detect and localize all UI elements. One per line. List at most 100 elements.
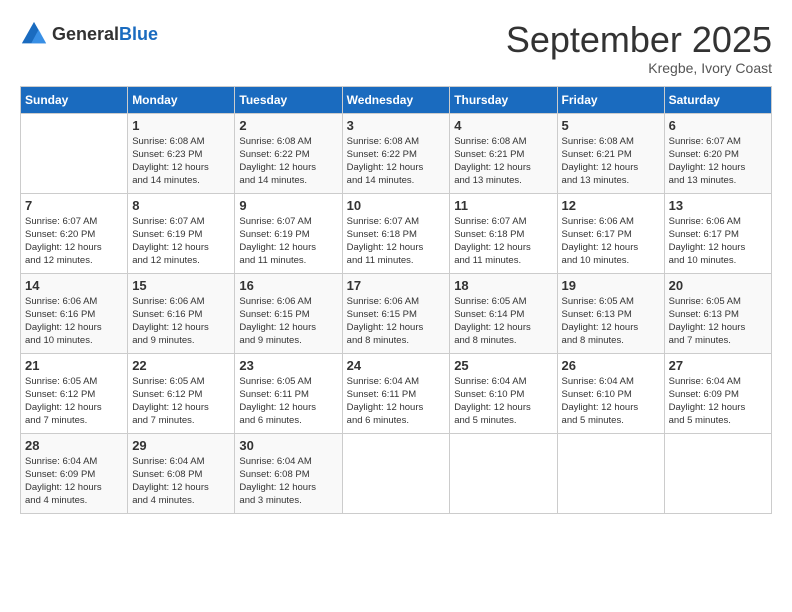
day-number: 26 <box>562 358 660 373</box>
day-info: Sunrise: 6:08 AM Sunset: 6:22 PM Dayligh… <box>239 135 337 188</box>
calendar-cell: 7 Sunrise: 6:07 AM Sunset: 6:20 PM Daylig… <box>21 193 128 273</box>
day-number: 1 <box>132 118 230 133</box>
location-subtitle: Kregbe, Ivory Coast <box>506 60 772 76</box>
day-info: Sunrise: 6:05 AM Sunset: 6:11 PM Dayligh… <box>239 375 337 428</box>
day-info: Sunrise: 6:04 AM Sunset: 6:09 PM Dayligh… <box>25 455 123 508</box>
day-number: 2 <box>239 118 337 133</box>
day-number: 12 <box>562 198 660 213</box>
calendar-cell <box>450 433 557 513</box>
calendar-table: SundayMondayTuesdayWednesdayThursdayFrid… <box>20 86 772 514</box>
calendar-week: 28 Sunrise: 6:04 AM Sunset: 6:09 PM Dayli… <box>21 433 772 513</box>
day-number: 11 <box>454 198 552 213</box>
day-info: Sunrise: 6:04 AM Sunset: 6:11 PM Dayligh… <box>347 375 446 428</box>
day-number: 24 <box>347 358 446 373</box>
logo-general: GeneralBlue <box>52 24 158 45</box>
calendar-week: 21 Sunrise: 6:05 AM Sunset: 6:12 PM Dayli… <box>21 353 772 433</box>
calendar-cell: 11 Sunrise: 6:07 AM Sunset: 6:18 PM Dayli… <box>450 193 557 273</box>
logo-icon <box>20 20 48 48</box>
logo: GeneralBlue <box>20 20 158 48</box>
day-number: 22 <box>132 358 230 373</box>
day-number: 19 <box>562 278 660 293</box>
day-info: Sunrise: 6:04 AM Sunset: 6:09 PM Dayligh… <box>669 375 767 428</box>
calendar-cell: 20 Sunrise: 6:05 AM Sunset: 6:13 PM Dayli… <box>664 273 771 353</box>
calendar-cell: 23 Sunrise: 6:05 AM Sunset: 6:11 PM Dayli… <box>235 353 342 433</box>
day-info: Sunrise: 6:07 AM Sunset: 6:20 PM Dayligh… <box>25 215 123 268</box>
calendar-cell: 3Sunrise: 6:08 AM Sunset: 6:22 PM Daylig… <box>342 113 450 193</box>
header-day: Saturday <box>664 86 771 113</box>
calendar-week: 1 Sunrise: 6:08 AM Sunset: 6:23 PM Daylig… <box>21 113 772 193</box>
day-info: Sunrise: 6:04 AM Sunset: 6:08 PM Dayligh… <box>132 455 230 508</box>
calendar-cell: 9 Sunrise: 6:07 AM Sunset: 6:19 PM Daylig… <box>235 193 342 273</box>
day-number: 25 <box>454 358 552 373</box>
day-number: 30 <box>239 438 337 453</box>
day-number: 6 <box>669 118 767 133</box>
calendar-cell: 16 Sunrise: 6:06 AM Sunset: 6:15 PM Dayli… <box>235 273 342 353</box>
day-number: 14 <box>25 278 123 293</box>
header-day: Monday <box>128 86 235 113</box>
day-info: Sunrise: 6:07 AM Sunset: 6:19 PM Dayligh… <box>239 215 337 268</box>
day-number: 29 <box>132 438 230 453</box>
day-info: Sunrise: 6:08 AM Sunset: 6:23 PM Dayligh… <box>132 135 230 188</box>
day-number: 7 <box>25 198 123 213</box>
day-number: 17 <box>347 278 446 293</box>
day-info: Sunrise: 6:07 AM Sunset: 6:18 PM Dayligh… <box>347 215 446 268</box>
header-day: Wednesday <box>342 86 450 113</box>
header-day: Friday <box>557 86 664 113</box>
day-info: Sunrise: 6:07 AM Sunset: 6:19 PM Dayligh… <box>132 215 230 268</box>
day-number: 18 <box>454 278 552 293</box>
calendar-cell: 29 Sunrise: 6:04 AM Sunset: 6:08 PM Dayli… <box>128 433 235 513</box>
calendar-cell: 19 Sunrise: 6:05 AM Sunset: 6:13 PM Dayli… <box>557 273 664 353</box>
calendar-week: 14 Sunrise: 6:06 AM Sunset: 6:16 PM Dayli… <box>21 273 772 353</box>
day-info: Sunrise: 6:04 AM Sunset: 6:10 PM Dayligh… <box>454 375 552 428</box>
day-number: 28 <box>25 438 123 453</box>
calendar-cell: 28 Sunrise: 6:04 AM Sunset: 6:09 PM Dayli… <box>21 433 128 513</box>
calendar-cell: 8Sunrise: 6:07 AM Sunset: 6:19 PM Daylig… <box>128 193 235 273</box>
calendar-header: SundayMondayTuesdayWednesdayThursdayFrid… <box>21 86 772 113</box>
day-number: 20 <box>669 278 767 293</box>
title-section: September 2025 Kregbe, Ivory Coast <box>506 20 772 76</box>
calendar-cell <box>664 433 771 513</box>
day-number: 3 <box>347 118 446 133</box>
day-info: Sunrise: 6:06 AM Sunset: 6:15 PM Dayligh… <box>239 295 337 348</box>
day-number: 10 <box>347 198 446 213</box>
calendar-cell: 18 Sunrise: 6:05 AM Sunset: 6:14 PM Dayli… <box>450 273 557 353</box>
calendar-cell: 5 Sunrise: 6:08 AM Sunset: 6:21 PM Daylig… <box>557 113 664 193</box>
day-info: Sunrise: 6:05 AM Sunset: 6:14 PM Dayligh… <box>454 295 552 348</box>
calendar-cell: 10 Sunrise: 6:07 AM Sunset: 6:18 PM Dayli… <box>342 193 450 273</box>
calendar-cell: 21Sunrise: 6:05 AM Sunset: 6:12 PM Dayli… <box>21 353 128 433</box>
day-number: 4 <box>454 118 552 133</box>
day-number: 23 <box>239 358 337 373</box>
header-day: Tuesday <box>235 86 342 113</box>
day-info: Sunrise: 6:05 AM Sunset: 6:13 PM Dayligh… <box>562 295 660 348</box>
calendar-cell: 6 Sunrise: 6:07 AM Sunset: 6:20 PM Daylig… <box>664 113 771 193</box>
day-info: Sunrise: 6:07 AM Sunset: 6:18 PM Dayligh… <box>454 215 552 268</box>
calendar-cell: 13Sunrise: 6:06 AM Sunset: 6:17 PM Dayli… <box>664 193 771 273</box>
day-info: Sunrise: 6:05 AM Sunset: 6:13 PM Dayligh… <box>669 295 767 348</box>
day-number: 9 <box>239 198 337 213</box>
calendar-cell: 25 Sunrise: 6:04 AM Sunset: 6:10 PM Dayli… <box>450 353 557 433</box>
header-day: Sunday <box>21 86 128 113</box>
calendar-cell: 26Sunrise: 6:04 AM Sunset: 6:10 PM Dayli… <box>557 353 664 433</box>
day-number: 21 <box>25 358 123 373</box>
calendar-cell: 27 Sunrise: 6:04 AM Sunset: 6:09 PM Dayli… <box>664 353 771 433</box>
day-info: Sunrise: 6:06 AM Sunset: 6:16 PM Dayligh… <box>132 295 230 348</box>
calendar-cell <box>342 433 450 513</box>
header-row: SundayMondayTuesdayWednesdayThursdayFrid… <box>21 86 772 113</box>
day-number: 27 <box>669 358 767 373</box>
calendar-cell: 15Sunrise: 6:06 AM Sunset: 6:16 PM Dayli… <box>128 273 235 353</box>
calendar-cell <box>21 113 128 193</box>
day-info: Sunrise: 6:08 AM Sunset: 6:21 PM Dayligh… <box>562 135 660 188</box>
calendar-cell: 30Sunrise: 6:04 AM Sunset: 6:08 PM Dayli… <box>235 433 342 513</box>
calendar-cell: 12Sunrise: 6:06 AM Sunset: 6:17 PM Dayli… <box>557 193 664 273</box>
day-info: Sunrise: 6:07 AM Sunset: 6:20 PM Dayligh… <box>669 135 767 188</box>
day-info: Sunrise: 6:06 AM Sunset: 6:17 PM Dayligh… <box>669 215 767 268</box>
day-number: 16 <box>239 278 337 293</box>
month-title: September 2025 <box>506 20 772 60</box>
day-number: 5 <box>562 118 660 133</box>
calendar-cell: 2 Sunrise: 6:08 AM Sunset: 6:22 PM Daylig… <box>235 113 342 193</box>
page-header: GeneralBlue September 2025 Kregbe, Ivory… <box>20 20 772 76</box>
day-info: Sunrise: 6:06 AM Sunset: 6:15 PM Dayligh… <box>347 295 446 348</box>
calendar-body: 1 Sunrise: 6:08 AM Sunset: 6:23 PM Daylig… <box>21 113 772 513</box>
day-info: Sunrise: 6:05 AM Sunset: 6:12 PM Dayligh… <box>132 375 230 428</box>
calendar-week: 7 Sunrise: 6:07 AM Sunset: 6:20 PM Daylig… <box>21 193 772 273</box>
